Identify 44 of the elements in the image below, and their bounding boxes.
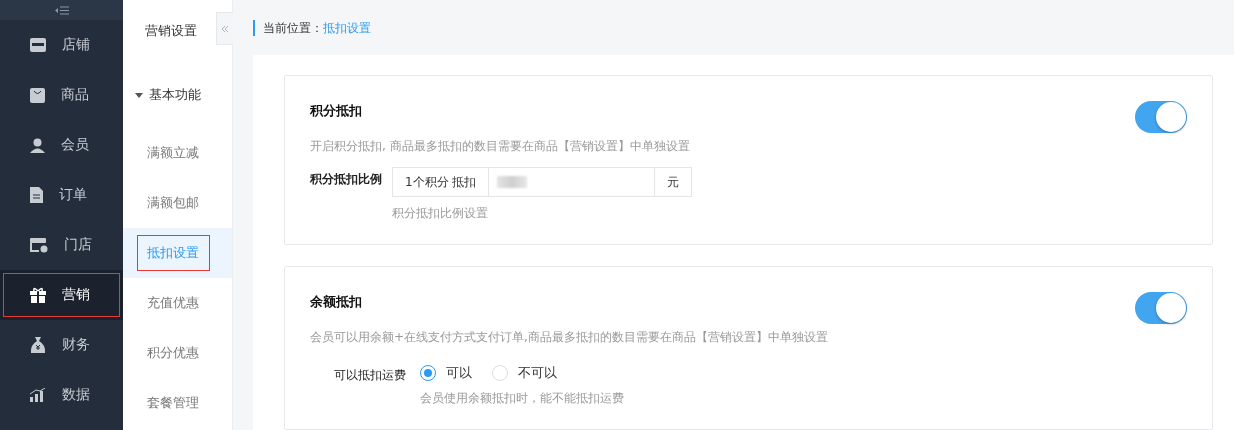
field-label: 可以抵扣运费: [333, 367, 407, 384]
caret-icon: [135, 92, 143, 98]
card-description: 开启积分抵扣, 商品最多抵扣的数目需要在商品【营销设置】中单独设置: [310, 138, 691, 155]
collapse-button[interactable]: [216, 12, 233, 45]
submenu-title: 营销设置: [144, 22, 197, 40]
nav-item[interactable]: 商品: [0, 70, 123, 120]
nav-item[interactable]: 订单: [0, 170, 123, 220]
submenu-item[interactable]: 满额立减: [123, 128, 232, 178]
input-field[interactable]: 1个积分 抵扣 元: [392, 167, 692, 197]
blurred-value: [497, 176, 528, 188]
breadcrumb: 当前位置：抵扣设置: [253, 19, 371, 36]
gift-icon: [30, 287, 46, 303]
toggle-switch[interactable]: [1135, 292, 1187, 324]
document-icon: [30, 187, 43, 203]
submenu-item[interactable]: 满额包邮: [123, 178, 232, 228]
user-icon: [30, 137, 45, 153]
toggle-switch[interactable]: [1135, 101, 1187, 133]
nav-item[interactable]: 会员: [0, 120, 123, 170]
nav-item[interactable]: 财务: [0, 320, 123, 370]
radio-option[interactable]: 可以: [420, 364, 472, 382]
input-suffix: 元: [654, 168, 691, 196]
bar-chart-icon: [30, 388, 46, 402]
submenu-item[interactable]: 套餐管理: [123, 378, 232, 428]
card-description: 会员可以用余额+在线支付方式支付订单,商品最多抵扣的数目需要在商品【营销设置】中单独设置: [310, 329, 829, 346]
submenu-item[interactable]: 积分优惠: [123, 328, 232, 378]
submenu-item[interactable]: 充值优惠: [123, 278, 232, 328]
shop-icon: [30, 237, 48, 253]
card-title: 余额抵扣: [310, 293, 362, 311]
nav-item[interactable]: 数据: [0, 370, 123, 420]
money-bag-icon: [30, 337, 46, 353]
menu-group[interactable]: 基本功能: [123, 62, 232, 128]
bag-icon: [30, 87, 45, 103]
field-hint: 会员使用余额抵扣时，能不能抵扣运费: [420, 390, 624, 407]
nav-item[interactable]: 门店: [0, 220, 123, 270]
card-title: 积分抵扣: [310, 102, 362, 120]
storefront-icon: [30, 38, 46, 52]
nav-item[interactable]: 店铺: [0, 20, 123, 70]
input-prefix: 1个积分 抵扣: [393, 168, 490, 196]
field-hint: 积分抵扣比例设置: [392, 205, 489, 222]
double-chevron-left-icon: [221, 24, 229, 33]
field-label: 积分抵扣比例: [310, 171, 383, 188]
radio-option[interactable]: 不可以: [492, 364, 557, 382]
menu-icon[interactable]: [54, 5, 69, 15]
nav-item[interactable]: 营销: [0, 270, 123, 320]
